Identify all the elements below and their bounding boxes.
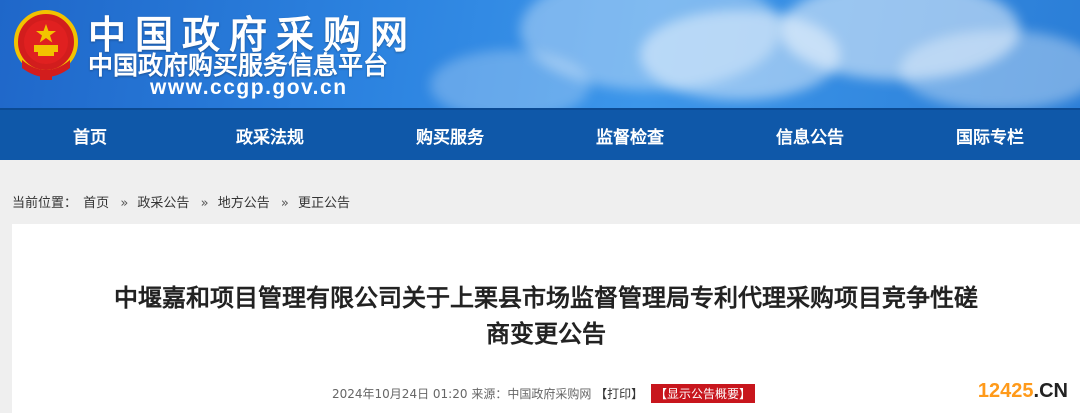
- breadcrumb-item-correction-notices[interactable]: 更正公告: [298, 196, 350, 211]
- breadcrumb-separator: »: [120, 196, 129, 211]
- nav-item-home[interactable]: 首页: [0, 123, 180, 148]
- article-title-line2: 商变更公告: [486, 320, 606, 348]
- show-summary-button[interactable]: 【显示公告概要】: [651, 384, 756, 403]
- article-source: 中国政府采购网: [507, 387, 592, 401]
- article-title-line1: 中堰嘉和项目管理有限公司关于上栗县市场监督管理局专利代理采购项目竞争性磋: [114, 284, 978, 312]
- breadcrumb-item-procurement-notices[interactable]: 政采公告: [137, 196, 189, 211]
- site-header: 中国政府采购网 中国政府购买服务信息平台 www.ccgp.gov.cn: [0, 0, 1080, 108]
- article-card: 中堰嘉和项目管理有限公司关于上栗县市场监督管理局专利代理采购项目竞争性磋 商变更…: [12, 224, 1080, 413]
- watermark-number: 12425: [977, 380, 1034, 402]
- header-cloud: [900, 30, 1080, 108]
- breadcrumb: 当前位置： 首页 » 政采公告 » 地方公告 » 更正公告: [0, 160, 1080, 224]
- article-meta: 2024年10月24日 01:20 来源：中国政府采购网 【打印】 【显示公告概…: [332, 384, 756, 403]
- main-nav: 首页 政采法规 购买服务 监督检查 信息公告 国际专栏: [0, 108, 1080, 160]
- breadcrumb-item-local-notices[interactable]: 地方公告: [218, 196, 270, 211]
- breadcrumb-separator: »: [280, 196, 289, 211]
- nav-item-international[interactable]: 国际专栏: [900, 123, 1080, 148]
- breadcrumb-item-home[interactable]: 首页: [83, 196, 109, 211]
- breadcrumb-prefix: 当前位置：: [12, 196, 78, 211]
- breadcrumb-separator: »: [200, 196, 209, 211]
- nav-item-regulations[interactable]: 政采法规: [180, 123, 360, 148]
- print-link[interactable]: 【打印】: [595, 387, 643, 401]
- source-label: 来源：: [471, 387, 508, 401]
- nav-item-purchase-services[interactable]: 购买服务: [360, 123, 540, 148]
- article-datetime: 2024年10月24日 01:20: [332, 387, 468, 401]
- national-emblem-icon[interactable]: [14, 10, 78, 82]
- site-url: www.ccgp.gov.cn: [150, 76, 348, 99]
- nav-item-announcements[interactable]: 信息公告: [720, 123, 900, 148]
- nav-item-supervision[interactable]: 监督检查: [540, 123, 720, 148]
- watermark-suffix: CN: [1039, 380, 1068, 402]
- article-title: 中堰嘉和项目管理有限公司关于上栗县市场监督管理局专利代理采购项目竞争性磋 商变更…: [12, 280, 1080, 352]
- watermark-logo: 12425.CN: [978, 380, 1068, 403]
